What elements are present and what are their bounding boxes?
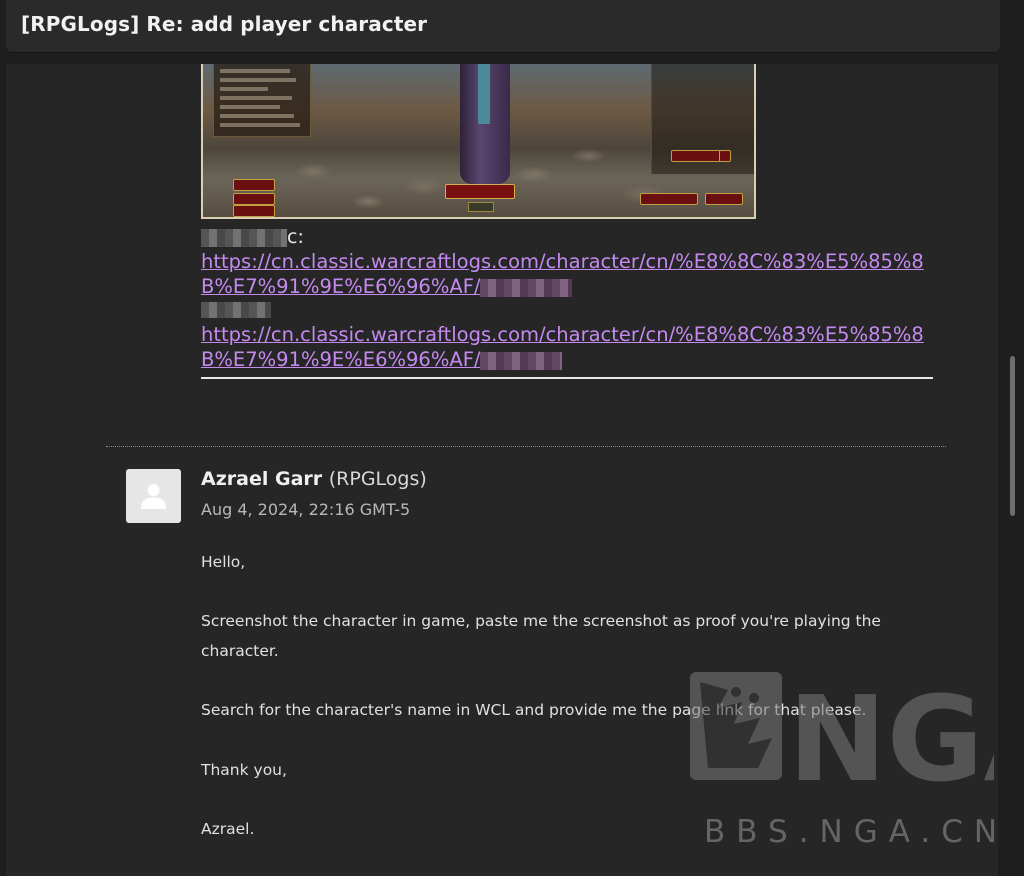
body-paragraph: Hello, <box>201 553 246 571</box>
screenshot-rotate-button <box>719 150 731 162</box>
redacted-text <box>201 301 271 318</box>
screenshot-arrows <box>468 202 494 212</box>
screenshot-shop-button <box>233 179 275 191</box>
screenshot-text-line <box>220 78 296 82</box>
redacted-link-segment <box>480 278 573 297</box>
quoted-divider <box>201 377 933 379</box>
window-title-bar: [RPGLogs] Re: add player character <box>6 0 1000 52</box>
screenshot-character <box>460 64 510 184</box>
screenshot-character-trim <box>478 64 490 124</box>
character-link-2[interactable]: https://cn.classic.warcraftlogs.com/char… <box>201 322 951 372</box>
post-date: Aug 4, 2024, 22:16 GMT-5 <box>201 500 411 519</box>
screenshot-quit-button <box>233 205 275 217</box>
game-screenshot-image <box>201 64 756 219</box>
scrollbar[interactable] <box>1008 64 1018 876</box>
screenshot-text-line <box>220 114 294 118</box>
author-org: (RPGLogs) <box>328 468 427 490</box>
screenshot-back-button <box>705 193 743 205</box>
redacted-label-1: c: <box>201 226 304 248</box>
screenshot-create-button <box>671 150 721 162</box>
body-paragraph: Screenshot the character in game, paste … <box>201 612 881 660</box>
redacted-label-2 <box>201 298 271 320</box>
label-suffix: c: <box>287 226 304 248</box>
body-paragraph: Thank you, <box>201 761 287 779</box>
screenshot-notice-box <box>213 64 311 137</box>
author-line: Azrael Garr (RPGLogs) <box>201 468 427 490</box>
scrollbar-thumb[interactable] <box>1010 356 1015 516</box>
body-paragraph: Azrael. <box>201 820 255 838</box>
message-separator <box>106 446 946 447</box>
screenshot-menu-button <box>233 193 275 205</box>
screenshot-enter-world-button <box>445 184 515 199</box>
email-viewer: c: https://cn.classic.warcraftlogs.com/c… <box>0 0 1024 876</box>
redacted-link-segment <box>480 351 563 370</box>
user-silhouette-icon <box>141 484 166 509</box>
screenshot-text-line <box>220 96 292 100</box>
screenshot-text-line <box>220 123 300 127</box>
redacted-text <box>201 228 287 247</box>
character-link-1[interactable]: https://cn.classic.warcraftlogs.com/char… <box>201 249 951 299</box>
window-title: [RPGLogs] Re: add player character <box>21 12 428 36</box>
author-name: Azrael Garr <box>201 468 323 490</box>
body-paragraph: Search for the character's name in WCL a… <box>201 701 867 719</box>
screenshot-text-line <box>220 69 290 73</box>
screenshot-delete-button <box>640 193 698 205</box>
avatar <box>126 469 181 523</box>
screenshot-text-line <box>220 105 280 109</box>
screenshot-text-line <box>220 87 268 91</box>
